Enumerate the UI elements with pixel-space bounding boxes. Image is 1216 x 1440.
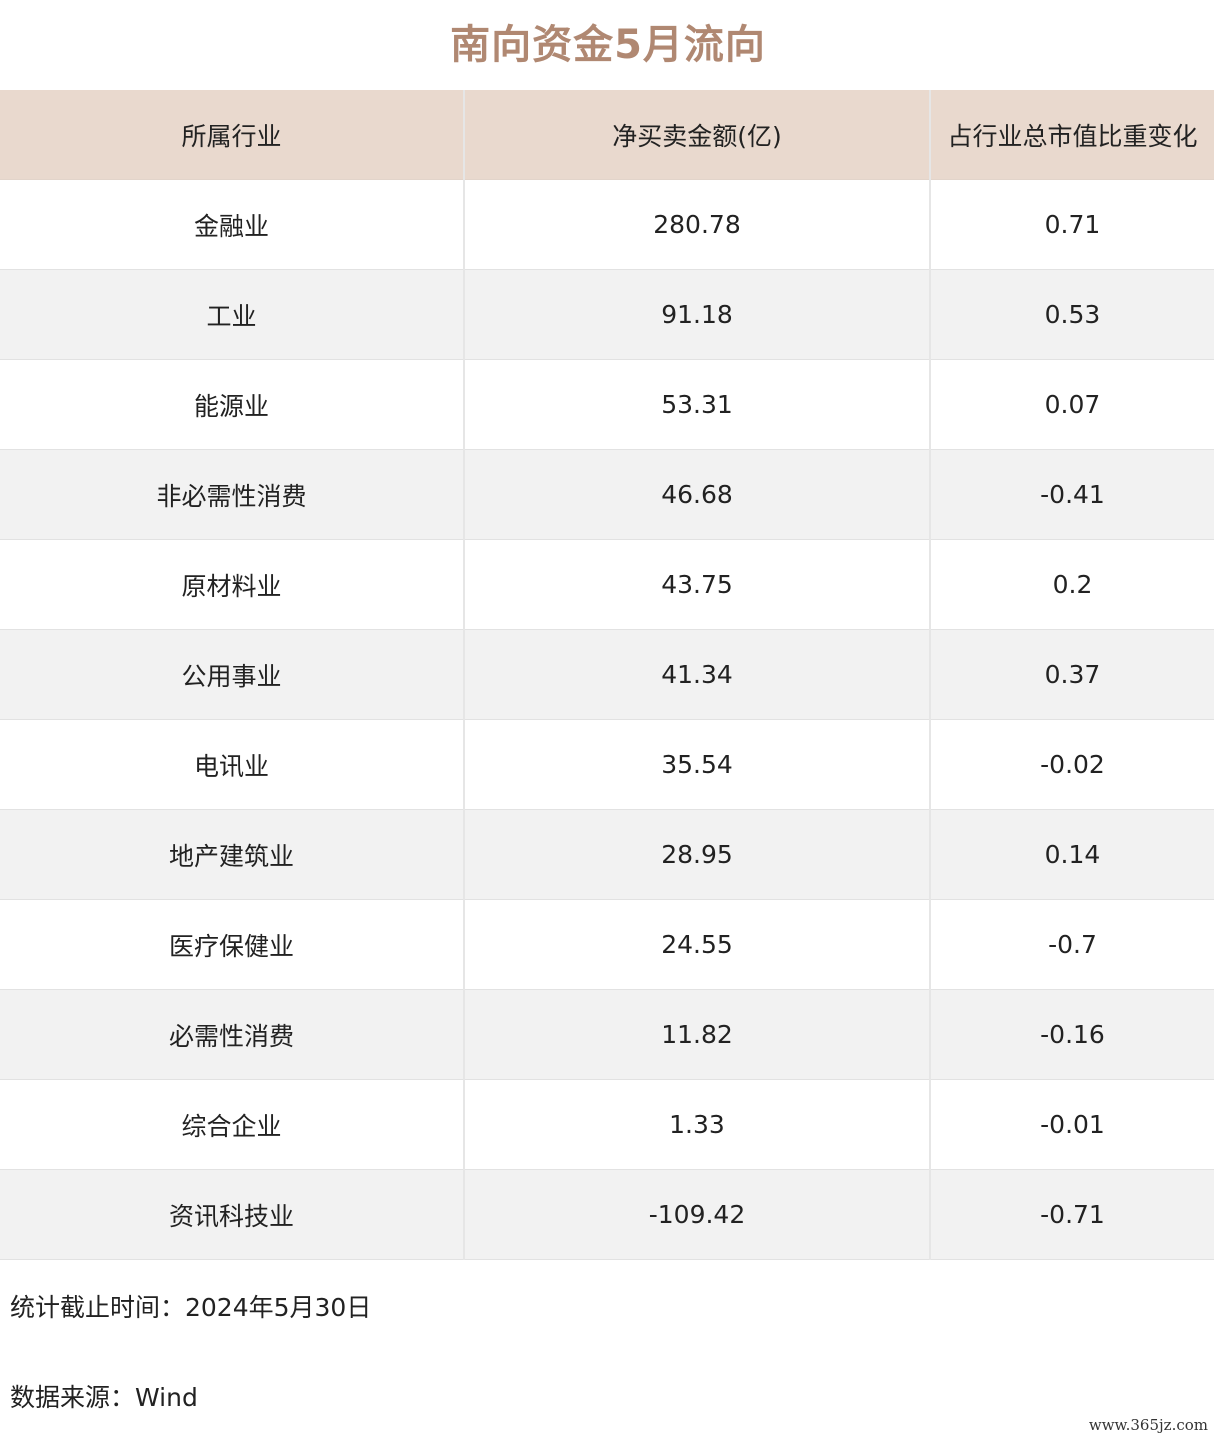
cell-industry: 必需性消费: [0, 989, 465, 1080]
table-row: 公用事业 41.34 0.37: [0, 629, 1214, 720]
table-row: 综合企业 1.33 -0.01: [0, 1079, 1214, 1170]
watermark: www.365jz.com: [1088, 1416, 1208, 1434]
header-row: 所属行业 净买卖金额(亿) 占行业总市值比重变化: [0, 90, 1214, 180]
cell-weight-change: -0.41: [930, 449, 1214, 540]
cell-net-amount: 41.34: [464, 629, 931, 720]
cell-weight-change: 0.07: [930, 359, 1214, 450]
cell-industry: 公用事业: [0, 629, 465, 720]
table-body: 金融业 280.78 0.71 工业 91.18 0.53 能源业 53.31 0.07 非必需性…: [0, 179, 1214, 1260]
cell-industry: 原材料业: [0, 539, 465, 630]
cell-net-amount: 1.33: [464, 1079, 931, 1170]
table-row: 必需性消费 11.82 -0.16: [0, 989, 1214, 1080]
cell-industry: 电讯业: [0, 719, 465, 810]
cell-net-amount: 280.78: [464, 179, 931, 270]
data-source-note: 数据来源：Wind: [10, 1383, 198, 1412]
cell-industry: 非必需性消费: [0, 449, 465, 540]
cell-industry: 工业: [0, 269, 465, 360]
cell-industry: 地产建筑业: [0, 809, 465, 900]
cell-industry: 资讯科技业: [0, 1169, 465, 1260]
cell-net-amount: 91.18: [464, 269, 931, 360]
cell-net-amount: 46.68: [464, 449, 931, 540]
cell-net-amount: 35.54: [464, 719, 931, 810]
table-row: 非必需性消费 46.68 -0.41: [0, 449, 1214, 540]
table-row: 资讯科技业 -109.42 -0.71: [0, 1169, 1214, 1260]
column-header-industry: 所属行业: [0, 90, 465, 180]
cell-industry: 能源业: [0, 359, 465, 450]
table-row: 医疗保健业 24.55 -0.7: [0, 899, 1214, 990]
cell-weight-change: -0.71: [930, 1169, 1214, 1260]
cell-net-amount: 24.55: [464, 899, 931, 990]
table-row: 地产建筑业 28.95 0.14: [0, 809, 1214, 900]
cell-weight-change: 0.14: [930, 809, 1214, 900]
column-header-net-amount: 净买卖金额(亿): [464, 90, 931, 180]
cell-weight-change: 0.2: [930, 539, 1214, 630]
cell-net-amount: 11.82: [464, 989, 931, 1080]
table-row: 电讯业 35.54 -0.02: [0, 719, 1214, 810]
table-row: 能源业 53.31 0.07: [0, 359, 1214, 450]
table-header: 所属行业 净买卖金额(亿) 占行业总市值比重变化: [0, 90, 1214, 180]
cell-industry: 医疗保健业: [0, 899, 465, 990]
column-header-weight-change: 占行业总市值比重变化: [930, 90, 1214, 180]
cell-net-amount: -109.42: [464, 1169, 931, 1260]
cell-weight-change: -0.16: [930, 989, 1214, 1080]
table-row: 金融业 280.78 0.71: [0, 179, 1214, 270]
cell-weight-change: 0.53: [930, 269, 1214, 360]
data-table: 所属行业 净买卖金额(亿) 占行业总市值比重变化 金融业 280.78 0.71 工业…: [0, 90, 1214, 1260]
cell-weight-change: -0.7: [930, 899, 1214, 990]
table-row: 原材料业 43.75 0.2: [0, 539, 1214, 630]
chart-title: 南向资金5月流向: [450, 22, 766, 68]
cutoff-date-note: 统计截止时间：2024年5月30日: [10, 1293, 372, 1322]
table-row: 工业 91.18 0.53: [0, 269, 1214, 360]
cell-industry: 综合企业: [0, 1079, 465, 1170]
cell-weight-change: -0.02: [930, 719, 1214, 810]
cell-net-amount: 28.95: [464, 809, 931, 900]
cell-weight-change: 0.71: [930, 179, 1214, 270]
cell-net-amount: 53.31: [464, 359, 931, 450]
cell-net-amount: 43.75: [464, 539, 931, 630]
cell-industry: 金融业: [0, 179, 465, 270]
cell-weight-change: 0.37: [930, 629, 1214, 720]
cell-weight-change: -0.01: [930, 1079, 1214, 1170]
